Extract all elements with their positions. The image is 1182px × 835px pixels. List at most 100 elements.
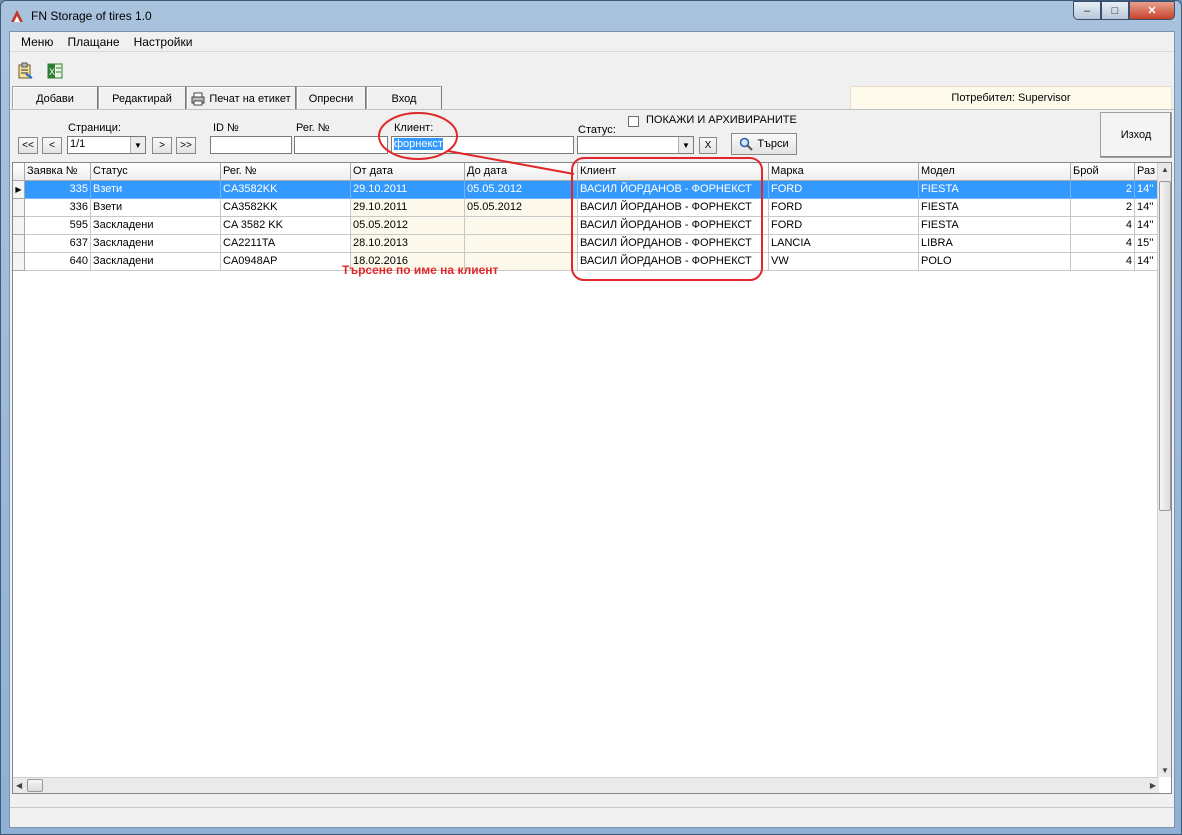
cell-order-no[interactable]: 595 <box>25 217 91 235</box>
first-page-button[interactable]: << <box>18 137 38 154</box>
chevron-down-icon[interactable]: ▼ <box>678 137 693 153</box>
cell-count[interactable]: 4 <box>1071 217 1135 235</box>
id-input[interactable] <box>210 136 292 154</box>
menu-item-settings[interactable]: Настройки <box>127 35 200 49</box>
cell-reg-no[interactable]: CA3582KK <box>221 199 351 217</box>
cell-model[interactable]: FIESTA <box>919 217 1071 235</box>
scroll-down-icon[interactable]: ▼ <box>1161 766 1169 775</box>
cell-size[interactable]: 14'' <box>1135 181 1159 199</box>
vertical-scrollbar[interactable]: ▲ ▼ <box>1157 163 1171 777</box>
cell-to-date[interactable]: 05.05.2012 <box>465 181 578 199</box>
horizontal-scroll-thumb[interactable] <box>27 779 43 792</box>
column-header[interactable]: Раз <box>1135 163 1159 181</box>
search-button[interactable]: Търси <box>731 133 797 155</box>
scroll-right-icon[interactable]: ▶ <box>1150 781 1156 790</box>
cell-client[interactable]: ВАСИЛ ЙОРДАНОВ - ФОРНЕКСТ <box>578 235 769 253</box>
print-label-button[interactable]: Печат на етикет <box>186 86 296 110</box>
cell-brand[interactable]: VW <box>769 253 919 271</box>
cell-count[interactable]: 2 <box>1071 181 1135 199</box>
table-row[interactable]: 640 Заскладени CA0948AP 18.02.2016 ВАСИЛ… <box>13 253 1159 271</box>
cell-reg-no[interactable]: CA2211TA <box>221 235 351 253</box>
cell-from-date[interactable]: 28.10.2013 <box>351 235 465 253</box>
table-row[interactable]: 595 Заскладени CA 3582 KK 05.05.2012 ВАС… <box>13 217 1159 235</box>
reg-input[interactable] <box>294 136 388 154</box>
cell-order-no[interactable]: 640 <box>25 253 91 271</box>
cell-from-date[interactable]: 29.10.2011 <box>351 181 465 199</box>
cell-order-no[interactable]: 336 <box>25 199 91 217</box>
cell-to-date[interactable] <box>465 217 578 235</box>
cell-from-date[interactable]: 05.05.2012 <box>351 217 465 235</box>
cell-size[interactable]: 14'' <box>1135 253 1159 271</box>
chevron-down-icon[interactable]: ▼ <box>130 137 145 153</box>
cell-status[interactable]: Взети <box>91 181 221 199</box>
cell-status[interactable]: Заскладени <box>91 217 221 235</box>
last-page-button[interactable]: >> <box>176 137 196 154</box>
menu-item-menu[interactable]: Меню <box>14 35 60 49</box>
cell-brand[interactable]: FORD <box>769 199 919 217</box>
column-header[interactable]: Статус <box>91 163 221 181</box>
cell-status[interactable]: Заскладени <box>91 235 221 253</box>
client-input[interactable]: форнекст <box>391 136 574 154</box>
cell-count[interactable]: 2 <box>1071 199 1135 217</box>
column-header[interactable]: Заявка № <box>25 163 91 181</box>
pages-select[interactable]: 1/1 ▼ <box>67 136 146 154</box>
cell-reg-no[interactable]: CA0948AP <box>221 253 351 271</box>
exit-button[interactable]: Изход <box>1100 112 1172 158</box>
show-archived-checkbox[interactable] <box>628 116 639 127</box>
column-header[interactable]: Модел <box>919 163 1071 181</box>
table-row[interactable]: 336 Взети CA3582KK 29.10.2011 05.05.2012… <box>13 199 1159 217</box>
cell-brand[interactable]: LANCIA <box>769 235 919 253</box>
inbound-button[interactable]: Вход <box>366 86 442 110</box>
add-button[interactable]: Добави <box>12 86 98 110</box>
cell-count[interactable]: 4 <box>1071 235 1135 253</box>
cell-reg-no[interactable]: CA3582KK <box>221 181 351 199</box>
cell-client[interactable]: ВАСИЛ ЙОРДАНОВ - ФОРНЕКСТ <box>578 199 769 217</box>
minimize-button[interactable]: – <box>1073 1 1101 20</box>
cell-model[interactable]: LIBRA <box>919 235 1071 253</box>
cell-from-date[interactable]: 29.10.2011 <box>351 199 465 217</box>
table-row[interactable]: ▶ 335 Взети CA3582KK 29.10.2011 05.05.20… <box>13 181 1159 199</box>
status-select[interactable]: ▼ <box>577 136 694 154</box>
cell-count[interactable]: 4 <box>1071 253 1135 271</box>
vertical-scroll-thumb[interactable] <box>1159 181 1171 511</box>
cell-size[interactable]: 14'' <box>1135 199 1159 217</box>
cell-size[interactable]: 15'' <box>1135 235 1159 253</box>
close-button[interactable]: ✕ <box>1129 1 1175 20</box>
cell-order-no[interactable]: 637 <box>25 235 91 253</box>
cell-size[interactable]: 14'' <box>1135 217 1159 235</box>
cell-brand[interactable]: FORD <box>769 217 919 235</box>
excel-icon[interactable]: X <box>46 62 64 80</box>
table-row[interactable]: 637 Заскладени CA2211TA 28.10.2013 ВАСИЛ… <box>13 235 1159 253</box>
cell-reg-no[interactable]: CA 3582 KK <box>221 217 351 235</box>
cell-to-date[interactable] <box>465 235 578 253</box>
cell-client[interactable]: ВАСИЛ ЙОРДАНОВ - ФОРНЕКСТ <box>578 253 769 271</box>
cell-model[interactable]: FIESTA <box>919 199 1071 217</box>
column-header[interactable]: Марка <box>769 163 919 181</box>
column-header[interactable]: Рег. № <box>221 163 351 181</box>
menu-item-payment[interactable]: Плащане <box>60 35 126 49</box>
cell-status[interactable]: Заскладени <box>91 253 221 271</box>
column-header[interactable]: Клиент <box>578 163 769 181</box>
column-header[interactable]: До дата <box>465 163 578 181</box>
scroll-up-icon[interactable]: ▲ <box>1161 165 1169 174</box>
horizontal-scrollbar[interactable]: ◀ ▶ <box>13 777 1159 793</box>
cell-order-no[interactable]: 335 <box>25 181 91 199</box>
column-header[interactable]: От дата <box>351 163 465 181</box>
column-header[interactable]: Брой <box>1071 163 1135 181</box>
next-page-button[interactable]: > <box>152 137 172 154</box>
cell-to-date[interactable]: 05.05.2012 <box>465 199 578 217</box>
cell-client[interactable]: ВАСИЛ ЙОРДАНОВ - ФОРНЕКСТ <box>578 181 769 199</box>
clipboard-icon[interactable] <box>16 62 34 80</box>
title-bar[interactable]: FN Storage of tires 1.0 – □ ✕ <box>1 1 1181 31</box>
scroll-left-icon[interactable]: ◀ <box>16 781 22 790</box>
prev-page-button[interactable]: < <box>42 137 62 154</box>
cell-model[interactable]: POLO <box>919 253 1071 271</box>
refresh-button[interactable]: Опресни <box>296 86 366 110</box>
cell-client[interactable]: ВАСИЛ ЙОРДАНОВ - ФОРНЕКСТ <box>578 217 769 235</box>
maximize-button[interactable]: □ <box>1101 1 1129 20</box>
edit-button[interactable]: Редактирай <box>98 86 186 110</box>
cell-status[interactable]: Взети <box>91 199 221 217</box>
cell-model[interactable]: FIESTA <box>919 181 1071 199</box>
cell-brand[interactable]: FORD <box>769 181 919 199</box>
clear-status-button[interactable]: X <box>699 137 717 154</box>
